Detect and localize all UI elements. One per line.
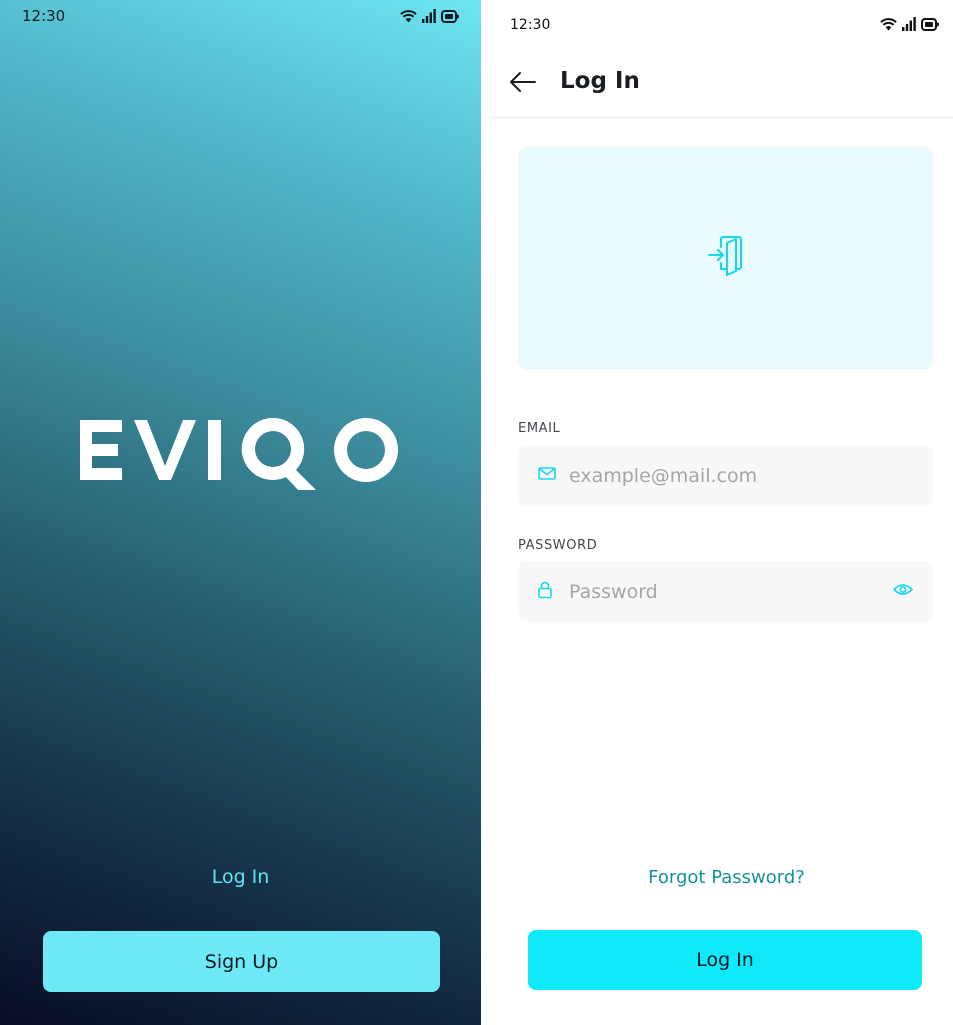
status-time: 12:30	[22, 7, 66, 25]
wifi-icon	[400, 9, 417, 23]
splash-login-link[interactable]: Log In	[0, 866, 481, 888]
status-bar: 12:30	[490, 0, 953, 40]
email-field-box[interactable]	[518, 445, 933, 506]
signal-icon	[902, 17, 916, 31]
password-field-box[interactable]	[518, 561, 933, 622]
log-in-button[interactable]: Log In	[528, 930, 922, 990]
app-bar: Log In	[490, 60, 953, 104]
login-door-icon	[707, 230, 744, 287]
battery-icon	[921, 17, 939, 31]
back-button[interactable]	[508, 69, 538, 95]
mail-icon	[538, 466, 556, 485]
status-bar: 12:30	[0, 0, 481, 32]
forgot-password-link[interactable]: Forgot Password?	[490, 867, 953, 888]
page-title: Log In	[560, 68, 640, 94]
status-icons	[400, 9, 459, 23]
email-label: EMAIL	[518, 421, 561, 436]
password-label: PASSWORD	[518, 538, 598, 553]
login-screen: 12:30 Log In EMAIL example@mail.com PASS…	[490, 0, 953, 1025]
arrow-left-icon	[508, 72, 538, 99]
wifi-icon	[880, 17, 897, 31]
lock-icon	[538, 580, 552, 603]
hero-banner	[518, 147, 933, 370]
splash-screen: 12:30 Log In Sign Up	[0, 0, 481, 1025]
eye-icon[interactable]	[892, 582, 914, 601]
password-input[interactable]	[569, 561, 889, 622]
signal-icon	[422, 9, 436, 23]
sign-up-button[interactable]: Sign Up	[43, 931, 440, 992]
status-time: 12:30	[510, 17, 551, 33]
battery-icon	[441, 9, 459, 23]
brand-logo	[0, 400, 481, 500]
app-bar-divider	[490, 117, 953, 118]
email-input[interactable]	[569, 445, 889, 506]
status-icons	[880, 17, 939, 31]
